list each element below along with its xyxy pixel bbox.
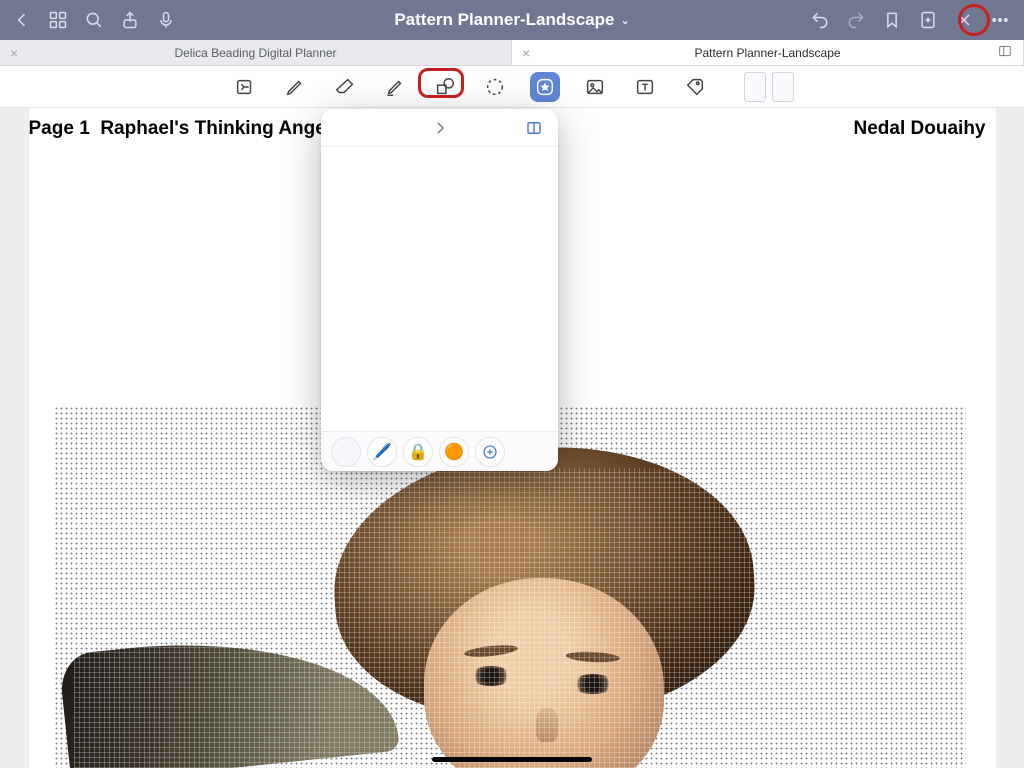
editing-toolbar xyxy=(0,66,1024,108)
tag-tool-icon[interactable] xyxy=(680,72,710,102)
chevron-down-icon: ⌄ xyxy=(620,14,629,27)
zoom-tool-icon[interactable] xyxy=(230,72,260,102)
topbar-left-group xyxy=(12,10,176,30)
sticker-slot-pen[interactable]: 🖊️ xyxy=(367,437,397,467)
redo-icon[interactable] xyxy=(846,10,866,30)
bookmark-icon[interactable] xyxy=(882,10,902,30)
tab-active[interactable]: × Pattern Planner-Landscape xyxy=(512,40,1024,65)
shape-tool-icon[interactable] xyxy=(430,72,460,102)
page-title-left: Page 1 Raphael's Thinking Angel xyxy=(29,118,332,140)
sticker-circle-icon: 🟠 xyxy=(444,442,464,462)
share-icon[interactable] xyxy=(120,10,140,30)
sticker-slot-circle[interactable]: 🟠 xyxy=(439,437,469,467)
image-tool-icon[interactable] xyxy=(580,72,610,102)
page-title-text: Raphael's Thinking Angel xyxy=(100,118,331,139)
tab-close-icon[interactable]: × xyxy=(10,45,18,61)
tab-label: Pattern Planner-Landscape xyxy=(694,46,840,60)
top-toolbar: Pattern Planner-Landscape ⌄ xyxy=(0,0,1024,40)
sticker-lock-icon: 🔒 xyxy=(408,442,428,462)
sticker-slot-lock[interactable]: 🔒 xyxy=(403,437,433,467)
sticker-slot-add[interactable] xyxy=(475,437,505,467)
tab-label: Delica Beading Digital Planner xyxy=(174,46,336,60)
tab-close-icon[interactable]: × xyxy=(522,45,530,61)
popover-split-icon[interactable] xyxy=(522,119,546,137)
page-thumbnail[interactable] xyxy=(744,72,766,102)
undo-icon[interactable] xyxy=(810,10,830,30)
page-thumbnail-group xyxy=(744,72,794,102)
topbar-right-group xyxy=(810,10,1010,30)
grid-icon[interactable] xyxy=(48,10,68,30)
eraser-tool-icon[interactable] xyxy=(330,72,360,102)
sticker-pen-icon: 🖊️ xyxy=(372,442,392,462)
mic-icon[interactable] xyxy=(156,10,176,30)
more-icon[interactable] xyxy=(990,10,1010,30)
document-title[interactable]: Pattern Planner-Landscape ⌄ xyxy=(394,10,629,30)
pen-tool-icon[interactable] xyxy=(280,72,310,102)
tab-inactive[interactable]: × Delica Beading Digital Planner xyxy=(0,40,512,65)
add-page-icon[interactable] xyxy=(918,10,938,30)
popover-forward-icon[interactable] xyxy=(428,119,452,137)
sticker-popover-header xyxy=(321,109,558,147)
page-number-label: Page 1 xyxy=(29,118,90,139)
tab-split-icon[interactable] xyxy=(997,43,1013,62)
document-title-text: Pattern Planner-Landscape xyxy=(394,10,614,30)
highlighter-tool-icon[interactable] xyxy=(380,72,410,102)
sticker-tool-icon[interactable] xyxy=(530,72,560,102)
sticker-popover-body[interactable] xyxy=(321,147,558,431)
back-icon[interactable] xyxy=(12,10,32,30)
page-author: Nedal Douaihy xyxy=(854,118,986,140)
page-thumbnail[interactable] xyxy=(772,72,794,102)
close-icon[interactable] xyxy=(954,10,974,30)
lasso-tool-icon[interactable] xyxy=(480,72,510,102)
sticker-popover-footer: 🖊️ 🔒 🟠 xyxy=(321,431,558,471)
sticker-slot-empty[interactable] xyxy=(331,437,361,467)
sticker-popover: 🖊️ 🔒 🟠 xyxy=(321,109,558,471)
text-tool-icon[interactable] xyxy=(630,72,660,102)
search-icon[interactable] xyxy=(84,10,104,30)
home-indicator[interactable] xyxy=(432,757,592,762)
pattern-image-angel xyxy=(74,468,814,768)
document-tabstrip: × Delica Beading Digital Planner × Patte… xyxy=(0,40,1024,66)
